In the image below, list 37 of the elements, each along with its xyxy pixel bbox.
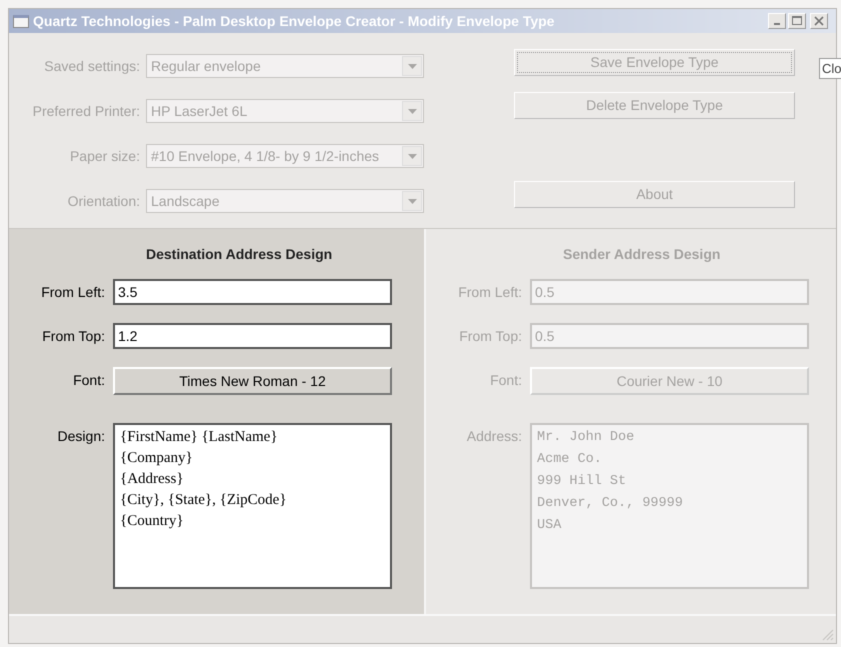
panel-title: Sender Address Design bbox=[563, 244, 720, 264]
minimize-icon bbox=[774, 23, 780, 25]
input-field[interactable]: 1.2 bbox=[113, 323, 392, 349]
text-line: {FirstName} {LastName} bbox=[120, 428, 279, 447]
minimize-button[interactable] bbox=[768, 13, 786, 29]
input-field[interactable]: 3.5 bbox=[113, 279, 392, 305]
text-line: Denver, Co., 99999 bbox=[537, 495, 684, 513]
text-area[interactable]: {FirstName} {LastName} {Company} {Address} {City}, {State}, {ZipCode} {Country} bbox=[113, 423, 392, 589]
text-line: 999 Hill St bbox=[537, 473, 628, 491]
maximize-icon bbox=[792, 16, 802, 26]
field-label: From Top: bbox=[458, 327, 523, 346]
text-line: Mr. John Doe bbox=[537, 429, 636, 447]
field-label: From Left: bbox=[457, 283, 523, 302]
field-label: Address: bbox=[466, 427, 523, 446]
window-icon bbox=[13, 14, 29, 28]
text-line: {City}, {State}, {ZipCode} bbox=[120, 491, 288, 510]
maximize-button[interactable] bbox=[788, 13, 806, 29]
field-label: Font: bbox=[489, 371, 523, 390]
font-button[interactable]: Times New Roman - 12 bbox=[113, 367, 392, 395]
field-label: From Left: bbox=[40, 283, 106, 302]
field-label: Paper size: bbox=[68, 146, 141, 166]
close-icon bbox=[814, 16, 824, 26]
input-field[interactable]: Clo bbox=[819, 58, 841, 79]
text-line: {Company} bbox=[120, 449, 194, 468]
field-label: Preferred Printer: bbox=[32, 102, 141, 120]
text-line: Acme Co. bbox=[537, 451, 603, 469]
field-label: Saved settings: bbox=[43, 56, 141, 76]
resize-grip-icon bbox=[822, 629, 834, 641]
field-label: Design: bbox=[56, 427, 106, 446]
field-label: Orientation: bbox=[66, 192, 141, 210]
field-label: Font: bbox=[72, 371, 106, 390]
text-line: {Address} bbox=[120, 470, 185, 489]
panel-title: Destination Address Design bbox=[146, 244, 332, 264]
close-button[interactable] bbox=[810, 13, 828, 29]
text-line: {Country} bbox=[120, 512, 185, 531]
field-label: From Top: bbox=[41, 327, 106, 346]
text-line: USA bbox=[537, 517, 562, 535]
